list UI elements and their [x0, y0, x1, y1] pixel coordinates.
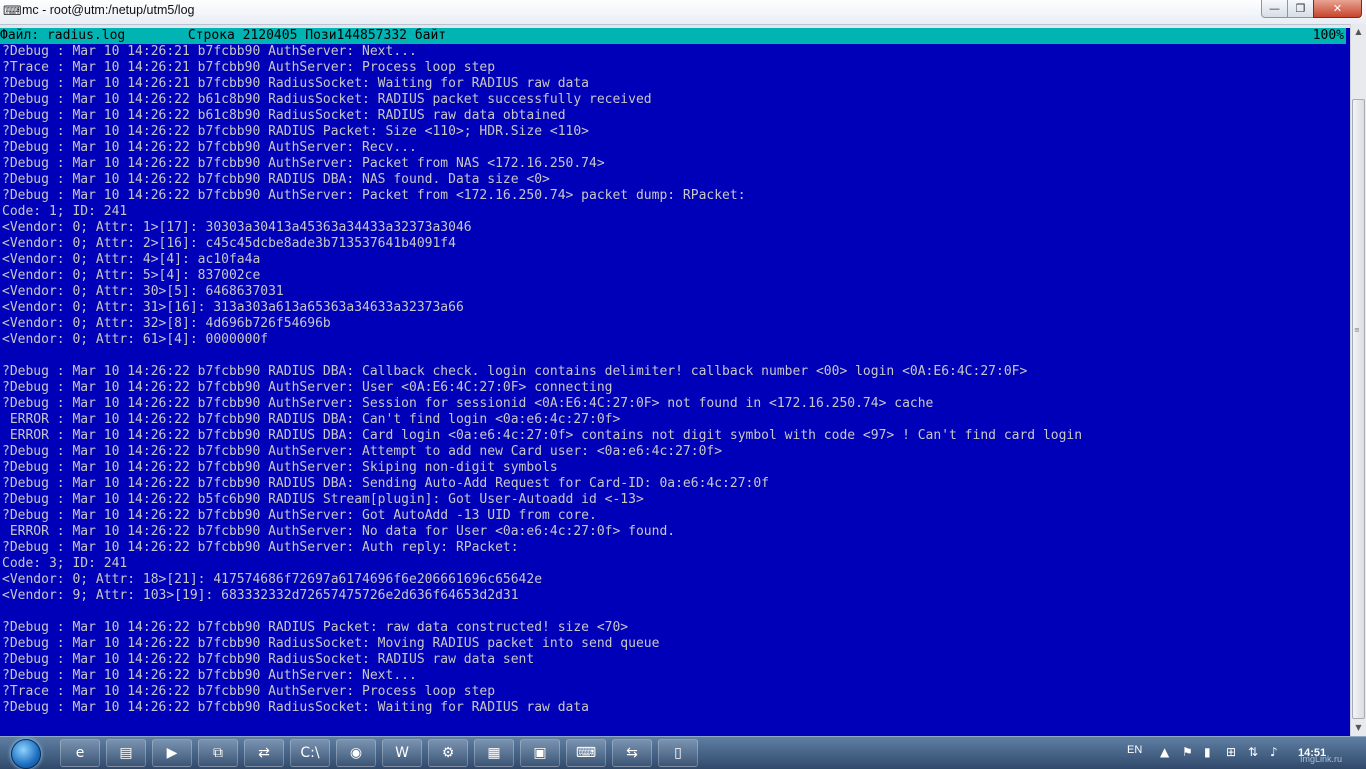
log-line: ?Debug : Mar 10 14:26:21 b7fcbb90 Radius… [2, 76, 589, 91]
log-line: ?Debug : Mar 10 14:26:22 b7fcbb90 AuthSe… [2, 380, 613, 395]
log-line: ?Debug : Mar 10 14:26:22 b7fcbb90 RADIUS… [2, 620, 629, 635]
log-line: ERROR : Mar 10 14:26:22 b7fcbb90 AuthSer… [2, 524, 676, 539]
log-line: ?Debug : Mar 10 14:26:22 b61c8b90 Radius… [2, 108, 566, 123]
flag-icon[interactable]: ⚑ [1182, 745, 1193, 759]
vertical-scrollbar[interactable]: ▲ ≡ ▼ [1350, 24, 1366, 736]
log-line: ?Debug : Mar 10 14:26:22 b7fcbb90 RADIUS… [2, 364, 1028, 379]
taskbar-file-explorer-icon[interactable]: ▤ [106, 739, 146, 767]
start-button[interactable] [5, 737, 45, 769]
log-line: <Vendor: 0; Attr: 32>[8]: 4d696b726f5469… [2, 316, 331, 331]
log-line: ERROR : Mar 10 14:26:22 b7fcbb90 RADIUS … [2, 412, 621, 427]
scroll-down-arrow-icon[interactable]: ▼ [1351, 720, 1366, 736]
log-line: ?Debug : Mar 10 14:26:22 b7fcbb90 RADIUS… [2, 124, 589, 139]
signal-icon[interactable]: ▮ [1204, 745, 1211, 759]
taskbar-network-icon[interactable]: ⧉ [198, 739, 238, 767]
scroll-up-arrow-icon[interactable]: ▲ [1351, 24, 1366, 40]
log-line: ?Debug : Mar 10 14:26:22 b7fcbb90 AuthSe… [2, 444, 723, 459]
terminal-app-icon: ⌨ [3, 4, 22, 19]
log-line: <Vendor: 0; Attr: 18>[21]: 417574686f726… [2, 572, 543, 587]
log-line: <Vendor: 0; Attr: 31>[16]: 313a303a613a6… [2, 300, 464, 315]
language-indicator[interactable]: EN [1127, 744, 1142, 756]
device-icon[interactable]: ⊞ [1226, 745, 1236, 759]
taskbar-spreadsheet-icon[interactable]: ▦ [474, 739, 514, 767]
log-line: ?Debug : Mar 10 14:26:22 b5fc6b90 RADIUS… [2, 492, 644, 507]
taskbar-winbox-icon[interactable]: W [382, 739, 422, 767]
scroll-grip-icon: ≡ [1354, 326, 1360, 334]
windows-logo-icon [11, 739, 41, 769]
log-line: <Vendor: 0; Attr: 61>[4]: 0000000f [2, 332, 269, 347]
network-icon[interactable]: ⇅ [1248, 745, 1258, 759]
log-line: ?Debug : Mar 10 14:26:22 b7fcbb90 AuthSe… [2, 396, 934, 411]
close-button[interactable]: ✕ [1313, 0, 1362, 18]
taskbar-remote-icon[interactable]: ⇄ [244, 739, 284, 767]
log-viewer[interactable]: ?Debug : Mar 10 14:26:21 b7fcbb90 AuthSe… [2, 44, 1082, 716]
scrollbar-thumb[interactable] [1352, 99, 1365, 719]
log-line: <Vendor: 0; Attr: 4>[4]: ac10fa4a [2, 252, 261, 267]
taskbar: e ▤ ▶ ⧉ ⇄ C:\ ◉ W ⚙ ▦ ▣ ⌨ ⇆ ▯ EN ▲ ⚑ ▮ ⊞ ⇅ ♪ 14:51 [0, 736, 1366, 769]
log-line: ?Trace : Mar 10 14:26:22 b7fcbb90 AuthSe… [2, 684, 496, 699]
log-line: ?Debug : Mar 10 14:26:22 b7fcbb90 AuthSe… [2, 188, 746, 203]
log-line: ?Debug : Mar 10 14:26:22 b7fcbb90 Radius… [2, 700, 589, 715]
scroll-percent: 100% [1312, 28, 1344, 43]
taskbar-network-tool-icon[interactable]: ⇆ [612, 739, 652, 767]
log-line: ?Debug : Mar 10 14:26:22 b7fcbb90 AuthSe… [2, 460, 558, 475]
taskbar-chrome-icon[interactable]: ◉ [336, 739, 376, 767]
terminal-area[interactable]: Файл: radius.log Строка 2120405 Пози1448… [0, 28, 1350, 736]
log-line: ?Debug : Mar 10 14:26:21 b7fcbb90 AuthSe… [2, 44, 417, 59]
file-info: Файл: radius.log Строка 2120405 Пози1448… [0, 28, 447, 43]
viewer-status-bar: Файл: radius.log Строка 2120405 Пози1448… [0, 28, 1346, 44]
log-line: ?Debug : Mar 10 14:26:22 b7fcbb90 AuthSe… [2, 156, 605, 171]
log-line: ERROR : Mar 10 14:26:22 b7fcbb90 RADIUS … [2, 428, 1083, 443]
window-title: mc - root@utm:/netup/utm5/log [22, 3, 195, 17]
taskbar-putty-icon[interactable]: ⌨ [566, 739, 606, 767]
taskbar-notepad-icon[interactable]: ▯ [658, 739, 698, 767]
volume-icon[interactable]: ♪ [1270, 745, 1278, 759]
taskbar-media-player-icon[interactable]: ▶ [152, 739, 192, 767]
log-line: ?Debug : Mar 10 14:26:22 b7fcbb90 AuthSe… [2, 508, 597, 523]
log-line: Code: 1; ID: 241 [2, 204, 128, 219]
log-line: <Vendor: 0; Attr: 1>[17]: 30303a30413a45… [2, 220, 472, 235]
taskbar-tool-icon[interactable]: ⚙ [428, 739, 468, 767]
log-line: ?Debug : Mar 10 14:26:22 b7fcbb90 RADIUS… [2, 476, 770, 491]
log-line: <Vendor: 0; Attr: 5>[4]: 837002ce [2, 268, 261, 283]
log-line: <Vendor: 0; Attr: 2>[16]: c45c45dcbe8ade… [2, 236, 456, 251]
taskbar-monitor-icon[interactable]: ▣ [520, 739, 560, 767]
log-line: ?Debug : Mar 10 14:26:22 b7fcbb90 RADIUS… [2, 172, 550, 187]
log-line: ?Trace : Mar 10 14:26:21 b7fcbb90 AuthSe… [2, 60, 496, 75]
log-line: <Vendor: 0; Attr: 30>[5]: 6468637031 [2, 284, 284, 299]
system-tray: EN ▲ ⚑ ▮ ⊞ ⇅ ♪ 14:51 [1120, 737, 1366, 769]
log-line: ?Debug : Mar 10 14:26:22 b61c8b90 Radius… [2, 92, 652, 107]
log-line: <Vendor: 9; Attr: 103>[19]: 683332332d72… [2, 588, 519, 603]
log-line: ?Debug : Mar 10 14:26:22 b7fcbb90 Radius… [2, 636, 660, 651]
log-line: Code: 3; ID: 241 [2, 556, 128, 571]
maximize-button[interactable]: ❐ [1287, 0, 1314, 18]
log-line: ?Debug : Mar 10 14:26:22 b7fcbb90 Radius… [2, 652, 535, 667]
log-line: ?Debug : Mar 10 14:26:22 b7fcbb90 AuthSe… [2, 140, 417, 155]
taskbar-internet-explorer-icon[interactable]: e [60, 739, 100, 767]
window-title-bar: ⌨ mc - root@utm:/netup/utm5/log — ❐ ✕ [0, 0, 1366, 25]
tray-expand-icon[interactable]: ▲ [1160, 745, 1169, 759]
taskbar-cmd-icon[interactable]: C:\ [290, 739, 330, 767]
minimize-button[interactable]: — [1261, 0, 1288, 18]
log-line: ?Debug : Mar 10 14:26:22 b7fcbb90 AuthSe… [2, 540, 519, 555]
watermark: ImgLink.ru [1300, 754, 1343, 764]
log-line: ?Debug : Mar 10 14:26:22 b7fcbb90 AuthSe… [2, 668, 417, 683]
